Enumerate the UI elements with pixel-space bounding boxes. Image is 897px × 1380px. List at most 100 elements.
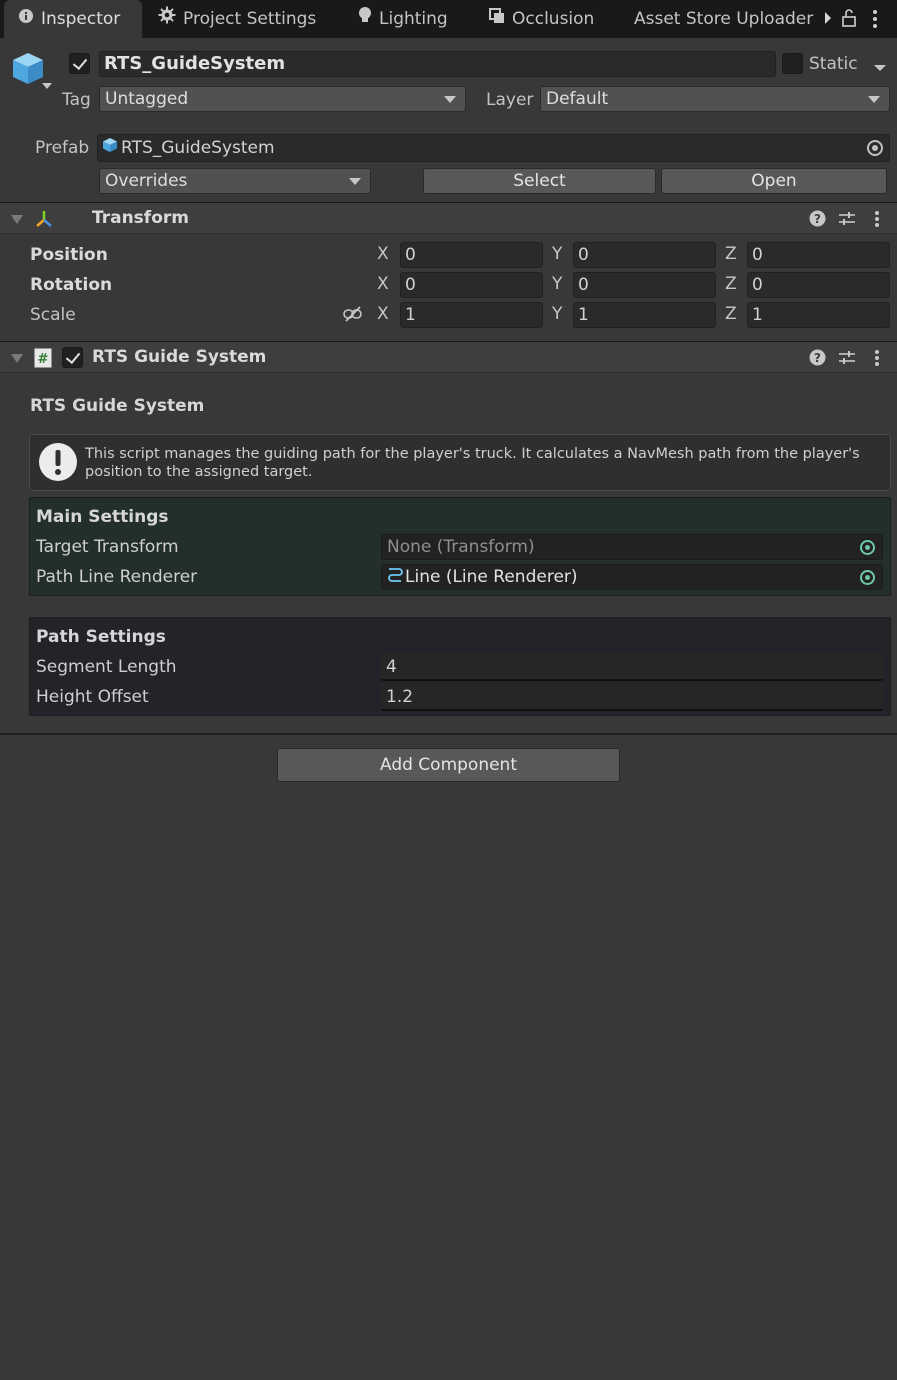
tag-dropdown[interactable]: Untagged [99,86,466,112]
object-picker-icon[interactable] [867,140,883,156]
help-box: This script manages the guiding path for… [29,434,891,491]
tab-project-settings[interactable]: Project Settings [158,0,316,38]
axis-x-label[interactable]: X [377,274,389,294]
segment-length-label: Segment Length [36,657,177,677]
overrides-dropdown[interactable]: Overrides [99,168,371,194]
main-settings-title: Main Settings [36,507,169,527]
add-component-button[interactable]: Add Component [277,748,620,782]
active-checkbox[interactable] [69,53,90,74]
axis-y-label[interactable]: Y [552,274,562,294]
info-icon [18,0,34,38]
scale-z-field[interactable]: 1 [747,302,890,328]
divider [0,733,897,735]
object-picker-icon[interactable] [860,540,875,555]
transform-header[interactable]: Transform ? [0,202,897,234]
prefab-cube-icon [102,135,118,161]
rotation-y-field[interactable]: 0 [573,272,716,298]
layer-label: Layer [486,90,534,110]
component-menu-icon[interactable] [870,209,884,234]
overrides-value: Overrides [105,171,188,191]
foldout-arrow-icon[interactable] [11,354,23,363]
gameobject-cube-icon[interactable] [10,50,54,92]
tab-occlusion[interactable]: Occlusion [489,0,594,38]
open-button[interactable]: Open [661,168,887,194]
target-transform-value: None (Transform) [387,537,535,557]
svg-text:?: ? [814,351,821,365]
tab-bar: Inspector Project Settings Lighting Occl… [0,0,897,38]
tab-lighting[interactable]: Lighting [358,0,448,38]
layer-dropdown[interactable]: Default [540,86,890,112]
static-dropdown-caret-icon[interactable] [873,58,887,71]
rts-guide-system-header[interactable]: # RTS Guide System ? [0,341,897,373]
preset-sliders-icon[interactable] [838,210,856,232]
prefab-field[interactable]: RTS_GuideSystem [97,134,890,162]
script-enabled-checkbox[interactable] [62,347,83,368]
occlusion-icon [489,0,505,38]
tab-label: Project Settings [183,9,317,29]
object-name-input[interactable]: RTS_GuideSystem [99,51,776,77]
path-line-renderer-value: Line (Line Renderer) [405,567,578,587]
layer-value: Default [546,89,609,109]
component-menu-icon[interactable] [870,348,884,373]
tab-label: Occlusion [512,9,595,29]
script-heading: RTS Guide System [30,396,205,416]
preset-sliders-icon[interactable] [838,349,856,371]
svg-text:#: # [38,352,49,367]
tab-label: Lighting [379,9,448,29]
path-line-renderer-label: Path Line Renderer [36,567,198,587]
tab-inspector[interactable]: Inspector [4,0,142,38]
axis-z-label[interactable]: Z [725,244,737,264]
transform-axes-icon [34,209,54,234]
target-transform-field[interactable]: None (Transform) [381,534,883,560]
chevron-down-icon [444,96,456,103]
warning-exclamation-icon [38,442,78,487]
help-text-line: position to the assigned target. [85,464,313,480]
static-label: Static [809,54,858,74]
rotation-x-field[interactable]: 0 [400,272,543,298]
lightbulb-icon [358,0,372,38]
axis-z-label[interactable]: Z [725,274,737,294]
chevron-down-icon [349,178,361,185]
tag-value: Untagged [105,89,189,109]
height-offset-field[interactable]: 1.2 [381,683,883,711]
gear-icon [158,0,176,38]
position-x-field[interactable]: 0 [400,242,543,268]
path-settings-title: Path Settings [36,627,166,647]
scale-x-field[interactable]: 1 [400,302,543,328]
select-button[interactable]: Select [423,168,656,194]
position-label: Position [30,245,108,265]
axis-y-label[interactable]: Y [552,304,562,324]
line-renderer-icon [387,565,403,589]
scale-y-field[interactable]: 1 [573,302,716,328]
help-text: This script manages the guiding path for… [85,445,885,481]
help-icon[interactable]: ? [809,210,826,232]
help-icon[interactable]: ? [809,349,826,371]
prefab-value: RTS_GuideSystem [121,138,275,158]
more-tabs-arrow-icon[interactable] [820,0,838,38]
position-y-field[interactable]: 0 [573,242,716,268]
position-z-field[interactable]: 0 [747,242,890,268]
tab-asset-store-uploader[interactable]: Asset Store Uploader [634,0,813,38]
segment-length-field[interactable]: 4 [381,653,883,681]
axis-y-label[interactable]: Y [552,244,562,264]
height-offset-label: Height Offset [36,687,149,707]
main-settings-group: Main Settings Target Transform None (Tra… [29,497,891,596]
help-text-line: This script manages the guiding path for… [85,446,860,462]
object-picker-icon[interactable] [860,570,875,585]
constrain-proportions-link-icon[interactable] [343,306,363,327]
path-line-renderer-field[interactable]: Line (Line Renderer) [381,564,883,590]
foldout-arrow-icon[interactable] [11,215,23,224]
tag-label: Tag [62,90,91,110]
axis-x-label[interactable]: X [377,304,389,324]
kebab-menu-icon[interactable] [868,8,882,30]
path-settings-group: Path Settings Segment Length 4 Height Of… [29,617,891,716]
lock-icon[interactable] [840,8,858,28]
static-checkbox[interactable] [782,53,803,74]
target-transform-label: Target Transform [36,537,179,557]
rotation-z-field[interactable]: 0 [747,272,890,298]
svg-text:?: ? [814,212,821,226]
tab-label: Asset Store Uploader [634,9,814,29]
axis-z-label[interactable]: Z [725,304,737,324]
axis-x-label[interactable]: X [377,244,389,264]
chevron-down-icon [868,96,880,103]
